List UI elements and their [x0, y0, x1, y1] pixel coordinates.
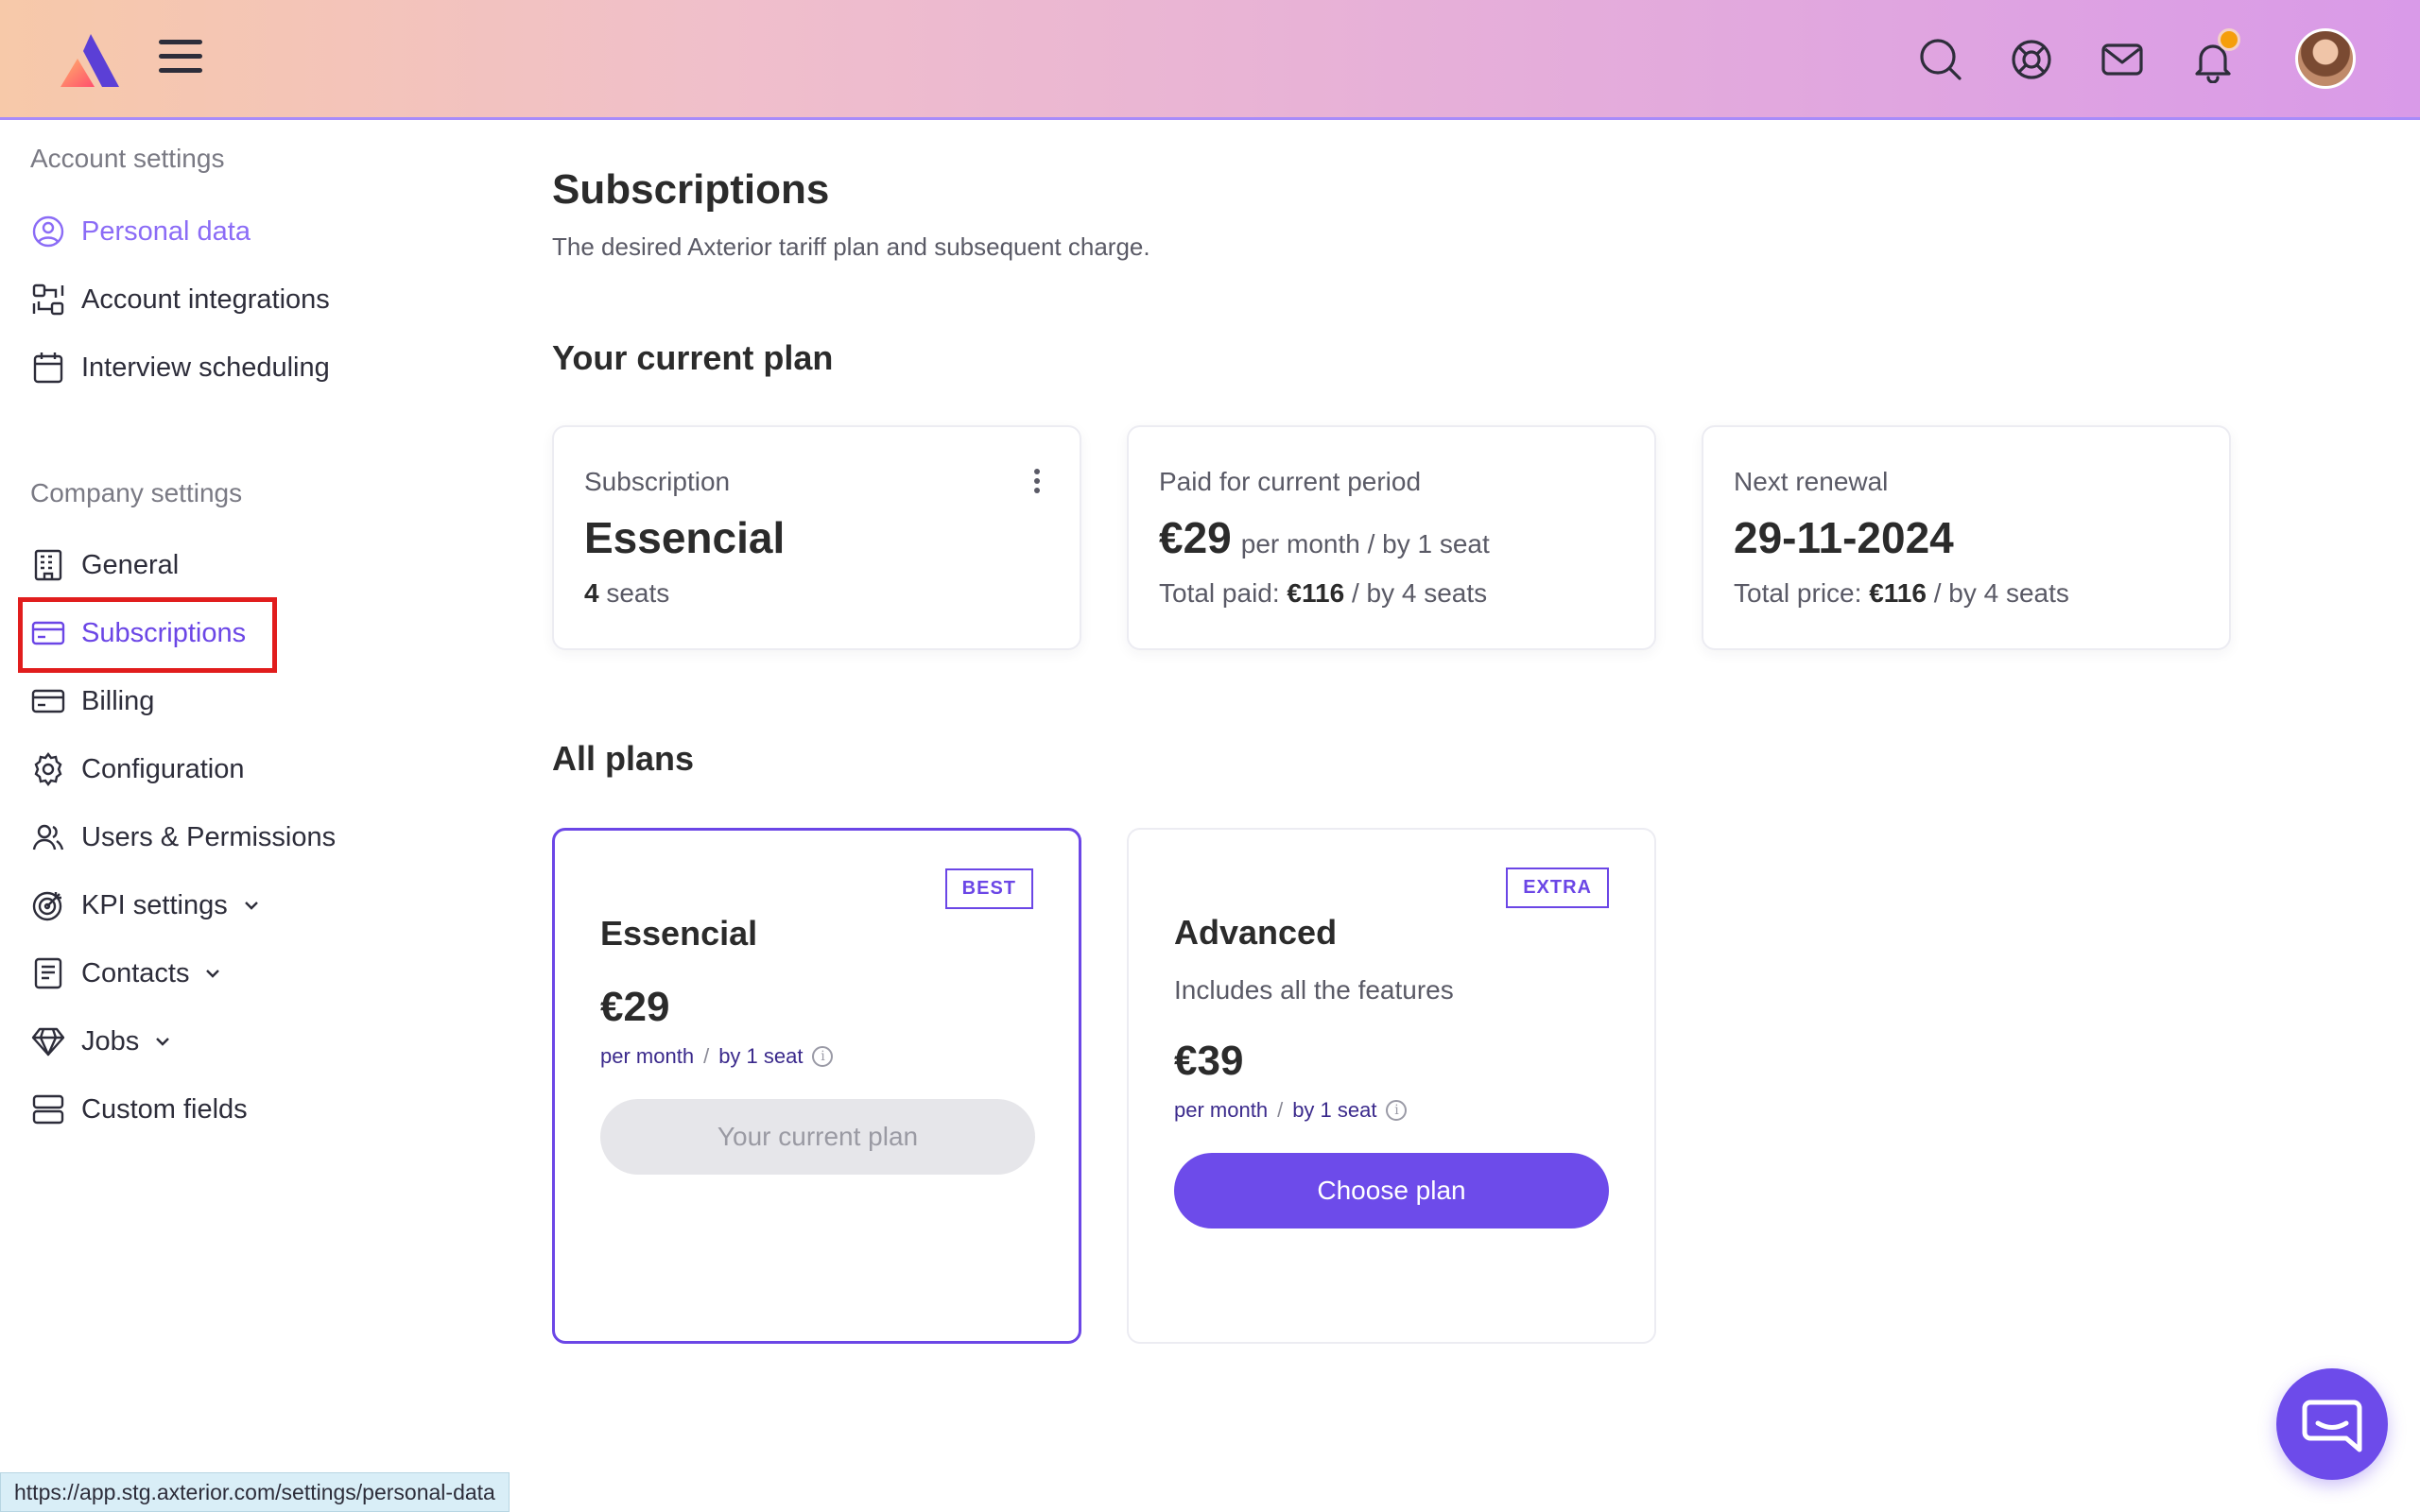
paid-label: Paid for current period	[1159, 467, 1422, 496]
sidebar-item-label: Contacts	[81, 957, 190, 988]
plan-price: €39	[1174, 1038, 1244, 1084]
calendar-icon	[30, 350, 66, 386]
info-icon[interactable]: i	[812, 1046, 834, 1067]
more-options-icon[interactable]	[1032, 469, 1042, 497]
page-title: Subscriptions	[552, 166, 830, 213]
paid-per: per month / by 1 seat	[1240, 529, 1490, 558]
paid-amount: €29	[1159, 513, 1232, 562]
target-icon	[30, 887, 66, 923]
total-price-label: Total price:	[1734, 578, 1862, 608]
sidebar-item-account-integrations[interactable]: Account integrations	[30, 279, 330, 320]
sidebar-item-interview-scheduling[interactable]: Interview scheduling	[30, 347, 330, 388]
renewal-label: Next renewal	[1734, 467, 1889, 496]
sidebar-item-label: Billing	[81, 685, 155, 716]
chat-icon	[2302, 1400, 2362, 1452]
building-icon	[30, 547, 66, 583]
search-icon[interactable]	[1917, 36, 1964, 83]
status-bar-url: https://app.stg.axterior.com/settings/pe…	[0, 1472, 510, 1512]
total-price-amount: €116	[1869, 578, 1927, 608]
current-plan-heading: Your current plan	[552, 338, 834, 377]
sidebar-item-custom-fields[interactable]: Custom fields	[30, 1089, 248, 1130]
per-month-label: per month	[600, 1044, 695, 1068]
sidebar-item-contacts[interactable]: Contacts	[30, 953, 223, 994]
your-current-plan-button: Your current plan	[600, 1099, 1035, 1175]
total-paid-suffix: / by 4 seats	[1351, 578, 1488, 608]
subscription-label: Subscription	[584, 467, 731, 496]
info-icon[interactable]: i	[1386, 1100, 1408, 1121]
price-separator: /	[1277, 1098, 1284, 1122]
company-settings-heading: Company settings	[30, 478, 243, 507]
price-separator: /	[703, 1044, 710, 1068]
mail-icon[interactable]	[2099, 36, 2146, 83]
sidebar-item-label: Jobs	[81, 1025, 140, 1057]
plan-price-unit: per month / by 1 seat i	[600, 1044, 834, 1069]
sidebar-item-label: Configuration	[81, 753, 245, 784]
menu-toggle-button[interactable]	[159, 40, 202, 77]
sidebar-item-general[interactable]: General	[30, 544, 179, 586]
sidebar-item-label: Custom fields	[81, 1093, 248, 1125]
chevron-down-icon	[241, 895, 262, 916]
seats-info: 4 seats	[584, 578, 669, 609]
user-circle-icon	[30, 214, 66, 249]
seats-suffix: seats	[606, 578, 670, 608]
document-icon	[30, 955, 66, 991]
fields-icon	[30, 1091, 66, 1127]
users-icon	[30, 819, 66, 855]
renewal-date: 29-11-2024	[1734, 513, 1954, 562]
sidebar-item-label: Account integrations	[81, 284, 330, 315]
sidebar-item-label: Interview scheduling	[81, 352, 330, 383]
by-seat-label: by 1 seat	[718, 1044, 804, 1068]
plan-card-essencial: BEST Essencial €29 per month / by 1 seat…	[552, 828, 1081, 1344]
user-avatar[interactable]	[2295, 28, 2356, 89]
support-icon[interactable]	[2008, 36, 2055, 83]
plan-price: €29	[600, 984, 670, 1030]
total-paid-amount: €116	[1287, 578, 1345, 608]
plan-badge: EXTRA	[1506, 868, 1609, 908]
next-renewal-card: Next renewal 29-11-2024 Total price: €11…	[1702, 425, 2231, 650]
choose-plan-button[interactable]: Choose plan	[1174, 1153, 1609, 1228]
seats-count: 4	[584, 578, 599, 608]
sidebar-item-label: General	[81, 549, 180, 580]
notification-dot	[2218, 28, 2240, 51]
plan-name: Essencial	[600, 914, 758, 953]
billing-card-icon	[30, 683, 66, 719]
total-price-info: Total price: €116 / by 4 seats	[1734, 578, 2069, 609]
diamond-icon	[30, 1023, 66, 1059]
by-seat-label: by 1 seat	[1292, 1098, 1377, 1122]
paid-period-card: Paid for current period €29 per month / …	[1127, 425, 1656, 650]
top-bar	[0, 0, 2420, 120]
sidebar-item-configuration[interactable]: Configuration	[30, 748, 245, 790]
app-logo[interactable]	[57, 30, 125, 91]
plan-badge: BEST	[944, 868, 1033, 909]
chevron-down-icon	[202, 963, 223, 984]
highlight-box	[18, 597, 277, 673]
total-paid-info: Total paid: €116 / by 4 seats	[1159, 578, 1487, 609]
page-subtitle: The desired Axterior tariff plan and sub…	[552, 232, 1150, 261]
chat-button[interactable]	[2276, 1368, 2388, 1480]
sidebar-item-label: Personal data	[81, 215, 251, 247]
subscription-card: Subscription Essencial 4 seats	[552, 425, 1081, 650]
chevron-down-icon	[152, 1031, 173, 1052]
sidebar-item-jobs[interactable]: Jobs	[30, 1021, 173, 1062]
account-settings-heading: Account settings	[30, 144, 225, 173]
sidebar-item-label: KPI settings	[81, 889, 228, 920]
plan-name: Advanced	[1174, 913, 1338, 952]
gear-icon	[30, 751, 66, 787]
all-plans-heading: All plans	[552, 739, 695, 778]
sidebar-item-kpi-settings[interactable]: KPI settings	[30, 885, 262, 926]
paid-price-row: €29 per month / by 1 seat	[1159, 512, 1490, 563]
integrations-icon	[30, 282, 66, 318]
per-month-label: per month	[1174, 1098, 1269, 1122]
total-price-suffix: / by 4 seats	[1933, 578, 2069, 608]
plan-price-unit: per month / by 1 seat i	[1174, 1098, 1408, 1123]
plan-description: Includes all the features	[1174, 975, 1454, 1005]
sidebar-item-personal-data[interactable]: Personal data	[30, 211, 251, 252]
sidebar-item-users-permissions[interactable]: Users & Permissions	[30, 816, 336, 858]
total-paid-label: Total paid:	[1159, 578, 1280, 608]
current-plan-name: Essencial	[584, 513, 786, 562]
sidebar-item-label: Users & Permissions	[81, 821, 337, 852]
sidebar-item-billing[interactable]: Billing	[30, 680, 154, 722]
plan-card-advanced: EXTRA Advanced Includes all the features…	[1127, 828, 1656, 1344]
